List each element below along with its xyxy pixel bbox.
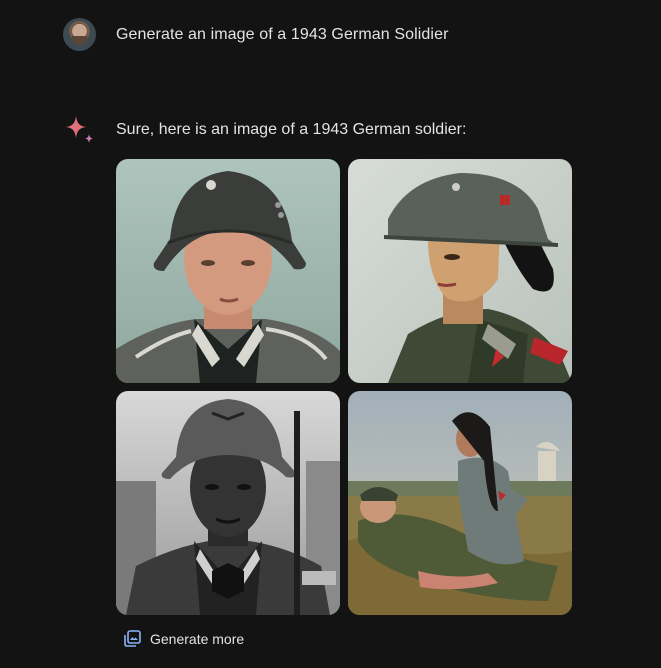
image-grid [116, 159, 572, 615]
user-prompt-text: Generate an image of a 1943 German Solid… [116, 25, 449, 43]
user-message: Generate an image of a 1943 German Solid… [63, 18, 449, 51]
generate-more-label: Generate more [150, 630, 245, 647]
user-avatar[interactable] [63, 18, 96, 51]
assistant-message-header: Sure, here is an image of a 1943 German … [63, 113, 466, 147]
generated-image-2[interactable] [348, 159, 572, 383]
response-intro-text: Sure, here is an image of a 1943 German … [116, 121, 467, 138]
generate-more-button[interactable]: Generate more [124, 630, 244, 647]
generated-image-1[interactable] [116, 159, 340, 383]
sparkle-icon [66, 116, 93, 143]
image-stack-icon [124, 630, 141, 647]
generated-image-3[interactable] [116, 391, 340, 615]
chat-page: Generate an image of a 1943 German Solid… [0, 0, 661, 668]
generated-image-4[interactable] [348, 391, 572, 615]
